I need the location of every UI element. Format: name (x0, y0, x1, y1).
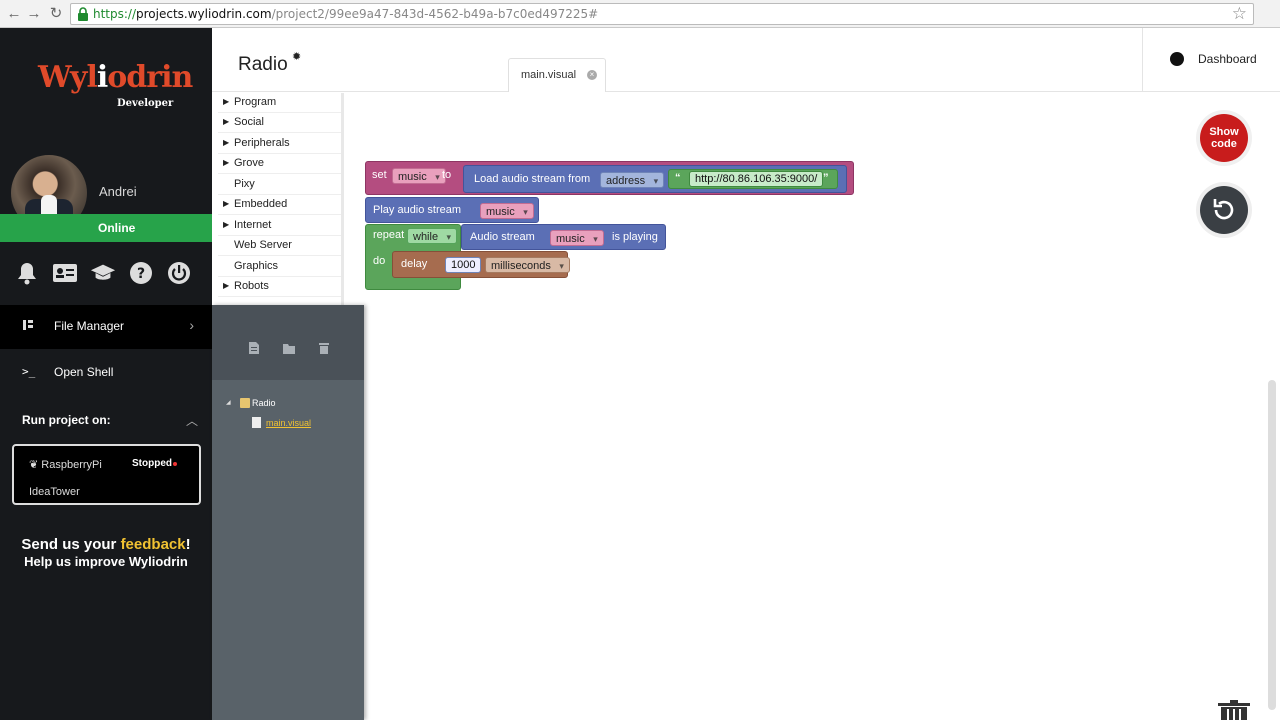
feedback-link[interactable]: feedback (121, 536, 186, 553)
terminal-icon: >_ (22, 365, 36, 378)
file-icon (252, 417, 261, 428)
id-card-icon[interactable] (52, 260, 78, 286)
power-icon[interactable] (166, 260, 192, 286)
expand-arrow-icon: ▶ (223, 220, 230, 229)
device-status: Stopped (132, 458, 172, 469)
wyliodrin-logo: Wyliodrin (38, 60, 193, 95)
collapse-triangle-icon[interactable]: ◢ (226, 399, 231, 406)
bell-icon[interactable] (14, 260, 40, 286)
play-audio-block[interactable]: Play audio stream music (365, 197, 539, 223)
loop-mode-dropdown[interactable]: while (407, 228, 458, 245)
new-file-icon[interactable] (247, 341, 261, 355)
variable-dropdown[interactable]: music (480, 203, 534, 220)
url-text: https://projects.wyliodrin.com/project2/… (93, 7, 599, 21)
status-dot-icon (173, 462, 177, 466)
expand-arrow-icon: ▶ (223, 281, 230, 290)
delay-block[interactable]: delay 1000 milliseconds (392, 251, 570, 278)
audio-stream-playing-block[interactable]: Audio stream music is playing (461, 224, 666, 250)
toolbox-item[interactable]: ▶ Internet (218, 216, 342, 236)
time-unit-dropdown[interactable]: milliseconds (485, 257, 570, 274)
svg-text:?: ? (137, 266, 145, 282)
browser-chrome: ← → ↻ https://projects.wyliodrin.com/pro… (0, 0, 1280, 28)
gear-icon[interactable]: ✹ (292, 50, 301, 63)
reload-icon[interactable]: ↻ (46, 4, 66, 24)
chevron-up-icon[interactable]: ︿ (186, 412, 198, 429)
toolbox-item[interactable]: Web Server (218, 236, 342, 256)
url-text-field[interactable]: http://80.86.106.35:9000/ (689, 171, 824, 187)
address-bar[interactable]: https://projects.wyliodrin.com/project2/… (70, 3, 1254, 25)
raspberry-icon: ❦ (29, 459, 39, 471)
status-badge: Online (0, 214, 212, 242)
logo-subtitle: Developer (117, 98, 174, 109)
toolbox-item[interactable]: ▶ Robots (218, 277, 342, 297)
expand-arrow-icon: ▶ (223, 117, 230, 126)
reset-button[interactable] (1200, 186, 1248, 234)
forward-arrow-icon[interactable]: → (24, 4, 44, 24)
variable-dropdown[interactable]: music (392, 168, 446, 185)
help-icon[interactable]: ? (128, 260, 154, 286)
trash-icon[interactable] (317, 341, 331, 355)
graduation-cap-icon[interactable] (90, 260, 116, 286)
device-card[interactable]: ❦ RaspberryPi Stopped IdeaTower (12, 444, 201, 505)
workspace-scrollbar[interactable] (1268, 380, 1276, 710)
sidebar-icon-row: ? (14, 260, 204, 290)
file-tree-icon (22, 319, 36, 333)
expand-arrow-icon: ▶ (223, 97, 230, 106)
bookmark-star-icon[interactable]: ☆ (1232, 4, 1247, 24)
page-title: Radio (238, 54, 288, 75)
sidebar: Wyliodrin Developer Andrei Online ? File… (0, 28, 212, 720)
blocks-toolbox: ▶ Program ▶ Social ▶ Peripherals ▶ Grove Pix… (218, 93, 342, 306)
new-folder-icon[interactable] (282, 341, 296, 355)
toolbox-item[interactable]: ▶ Peripherals (218, 134, 342, 154)
lock-icon (78, 7, 88, 21)
toolbox-item[interactable]: ▶ Social (218, 113, 342, 133)
open-shell-label: Open Shell (54, 365, 114, 379)
file-manager-label: File Manager (54, 319, 125, 333)
dashboard-icon (1170, 52, 1184, 66)
main-header: Radio ✹ main.visual × Dashboard (212, 28, 1280, 92)
expand-arrow-icon: ▶ (223, 138, 230, 147)
set-variable-block[interactable]: set music to Load audio stream from addr… (365, 161, 854, 195)
trash-can-icon[interactable] (1216, 700, 1252, 720)
close-icon[interactable]: × (587, 70, 597, 80)
username: Andrei (99, 184, 137, 199)
folder-icon (240, 398, 250, 408)
expand-arrow-icon: ▶ (223, 199, 230, 208)
expand-arrow-icon: ▶ (223, 158, 230, 167)
sidebar-item-open-shell[interactable]: >_ Open Shell (0, 351, 212, 395)
source-dropdown[interactable]: address (600, 172, 665, 189)
delay-value-field[interactable]: 1000 (445, 257, 482, 273)
sidebar-item-file-manager[interactable]: File Manager › (0, 305, 212, 349)
undo-icon (1213, 199, 1234, 220)
variable-dropdown[interactable]: music (550, 230, 604, 247)
tree-folder-radio[interactable]: ◢ Radio (226, 397, 346, 411)
show-code-button[interactable]: Show code (1200, 114, 1248, 162)
file-manager-toolbar (212, 305, 364, 380)
back-arrow-icon[interactable]: ← (4, 4, 24, 24)
toolbox-item[interactable]: ▶ Grove (218, 154, 342, 174)
chevron-right-icon: › (189, 317, 194, 333)
header-divider (1142, 28, 1143, 91)
toolbox-item[interactable]: ▶ Program (218, 93, 342, 113)
run-project-label: Run project on: (22, 413, 111, 427)
load-audio-block[interactable]: Load audio stream from address “ http://… (463, 165, 847, 193)
toolbox-item[interactable]: Graphics (218, 257, 342, 277)
device-name: ❦ RaspberryPi (29, 459, 102, 471)
string-block[interactable]: “ http://80.86.106.35:9000/ ” (668, 169, 838, 189)
toolbox-item[interactable]: ▶ Embedded (218, 195, 342, 215)
toolbox-item[interactable]: Pixy (218, 175, 342, 195)
file-manager-panel: ◢ Radio main.visual (212, 305, 364, 720)
tab-main-visual[interactable]: main.visual × (508, 58, 606, 92)
tree-file-main-visual[interactable]: main.visual (252, 417, 352, 431)
device-tower: IdeaTower (29, 486, 80, 498)
feedback-banner: Send us your feedback! Help us improve W… (21, 536, 191, 569)
